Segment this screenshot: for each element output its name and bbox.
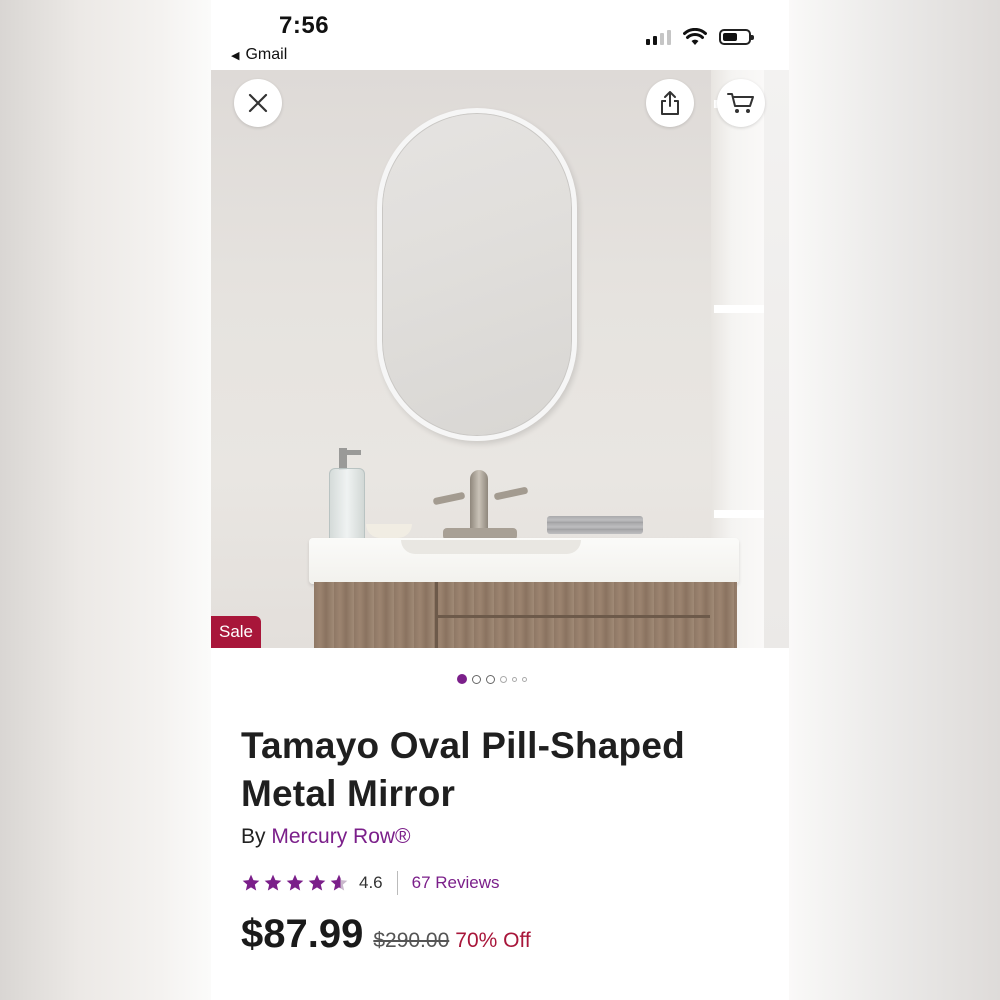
soap-pump-head [339, 450, 361, 455]
back-app-label: Gmail [245, 46, 288, 63]
star-icon [242, 874, 260, 891]
mirror-illustration [377, 108, 577, 441]
star-icon [330, 874, 348, 891]
star-icon [286, 874, 304, 891]
divider [396, 871, 398, 895]
cellular-signal-icon [646, 29, 671, 45]
back-triangle-icon: ◀ [231, 49, 240, 62]
next-image-peek [764, 70, 789, 648]
brand-link[interactable]: Mercury Row® [271, 825, 410, 848]
pagination-dot-active[interactable] [457, 674, 467, 684]
reviews-link[interactable]: 67 Reviews [412, 873, 500, 893]
cart-button[interactable] [717, 79, 765, 127]
battery-icon [719, 29, 754, 45]
faucet-handle-left [432, 491, 466, 506]
pagination-dot[interactable] [500, 675, 507, 683]
pagination-dot[interactable] [472, 674, 481, 684]
brand-prefix: By [241, 825, 266, 848]
pagination-dot[interactable] [486, 674, 495, 684]
sale-badge: Sale [211, 616, 261, 648]
brand-line: By Mercury Row® [241, 825, 411, 849]
discount-label: 70% Off [455, 929, 531, 952]
status-indicators [646, 28, 754, 46]
star-icon [308, 874, 326, 891]
status-time: 7:56 [279, 12, 330, 39]
rating-row[interactable]: 4.6 67 Reviews [241, 869, 500, 897]
image-pagination-dots[interactable] [457, 674, 527, 684]
faucet-handle-right [493, 486, 529, 501]
cart-icon [727, 93, 754, 113]
price-row: $87.99 $290.00 70% Off [241, 912, 531, 957]
share-button[interactable] [646, 79, 694, 127]
cabinet-seam [435, 615, 710, 618]
faucet [470, 470, 488, 530]
rating-stars [241, 873, 349, 893]
pagination-dot[interactable] [522, 676, 527, 682]
rating-value: 4.6 [359, 873, 383, 892]
close-button[interactable] [234, 79, 282, 127]
folded-towel [547, 516, 643, 534]
soap-dish [366, 524, 412, 538]
original-price: $290.00 [373, 929, 450, 952]
back-to-gmail[interactable]: ◀ Gmail [231, 46, 287, 64]
sink-basin [401, 540, 581, 554]
window-bar [714, 305, 764, 313]
close-icon [248, 93, 268, 113]
wifi-icon [683, 28, 707, 45]
share-icon [661, 91, 679, 115]
product-image[interactable] [211, 70, 764, 648]
star-icon [264, 874, 282, 891]
window-bar [714, 510, 764, 518]
phone-screen: 7:56 ◀ Gmail Sale Tamayo Oval Pill-Shape… [211, 0, 789, 1000]
current-price: $87.99 [241, 912, 364, 956]
product-title: Tamayo Oval Pill-Shaped Metal Mirror [241, 725, 685, 814]
pagination-dot[interactable] [512, 676, 517, 682]
soap-bottle [329, 468, 365, 548]
